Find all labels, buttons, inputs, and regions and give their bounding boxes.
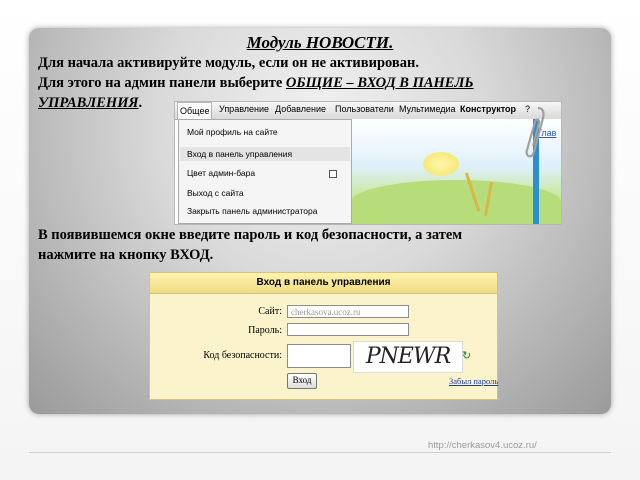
instruction-line-3-suffix: . <box>138 95 143 111</box>
instruction-line-2-text: Для этого на админ панели выберите <box>38 75 286 91</box>
login-submit-button[interactable]: Вход <box>287 373 317 389</box>
tab-multimedia[interactable]: Мультимедиа <box>399 104 456 114</box>
sun-illustration <box>423 152 459 176</box>
admin-menubar: Общее Управление Добавление Пользователи… <box>175 102 561 120</box>
footer-url: http://cherkasov4.ucoz.ru/ <box>428 440 537 451</box>
instruction-line-4: В появившемся окне введите пароль и код … <box>38 227 463 243</box>
admin-menu-screenshot: Общее Управление Добавление Пользователи… <box>174 101 562 225</box>
instruction-line-3: УПРАВЛЕНИЯ. <box>38 95 142 112</box>
login-form-header: Вход в панель управления <box>150 273 497 294</box>
tab-constructor[interactable]: Конструктор <box>460 104 516 114</box>
forgot-password-link[interactable]: Забыл пароль <box>449 376 498 386</box>
tab-management[interactable]: Управление <box>219 104 269 114</box>
menu-item-logout[interactable]: Выход с сайта <box>187 188 244 198</box>
captcha-input[interactable] <box>287 344 351 368</box>
instruction-menu-path-end: УПРАВЛЕНИЯ <box>38 95 139 111</box>
menu-item-my-profile[interactable]: Мой профиль на сайте <box>187 127 278 137</box>
site-label: Сайт: <box>258 306 282 317</box>
captcha-label: Код безопасности: <box>203 350 282 361</box>
paperclip-icon <box>525 106 545 158</box>
instruction-line-2: Для этого на админ панели выберите ОБЩИЕ… <box>38 75 474 92</box>
hill-illustration <box>351 180 561 224</box>
password-label: Пароль: <box>248 325 282 336</box>
footer-divider <box>29 452 611 453</box>
captcha-reload-icon[interactable]: ↻ <box>462 349 471 362</box>
tab-users[interactable]: Пользователи <box>335 104 394 114</box>
menu-item-close-admin-panel[interactable]: Закрыть панель администратора <box>187 206 317 216</box>
tab-adding[interactable]: Добавление <box>275 104 326 114</box>
slide-title: Модуль НОВОСТИ. <box>246 33 394 52</box>
login-form-screenshot: Вход в панель управления <box>149 272 498 400</box>
instruction-line-5: нажмите на кнопку ВХОД. <box>38 247 214 263</box>
menu-item-adminbar-color[interactable]: Цвет админ-бара <box>187 168 255 178</box>
password-input[interactable] <box>287 323 409 336</box>
instruction-menu-path: ОБЩИЕ – ВХОД В ПАНЕЛЬ <box>285 75 474 91</box>
menu-item-control-panel-login[interactable]: Вход в панель управления <box>180 147 350 161</box>
instruction-line-1: Для начала активируйте модуль, если он н… <box>38 55 419 71</box>
adminbar-color-checkbox[interactable] <box>329 170 337 178</box>
site-input[interactable]: cherkasova.ucoz.ru <box>287 305 409 318</box>
tab-general[interactable]: Общее <box>177 102 213 120</box>
general-dropdown-menu: Мой профиль на сайте Вход в панель управ… <box>178 119 352 224</box>
captcha-image: PNEWR <box>353 341 463 373</box>
